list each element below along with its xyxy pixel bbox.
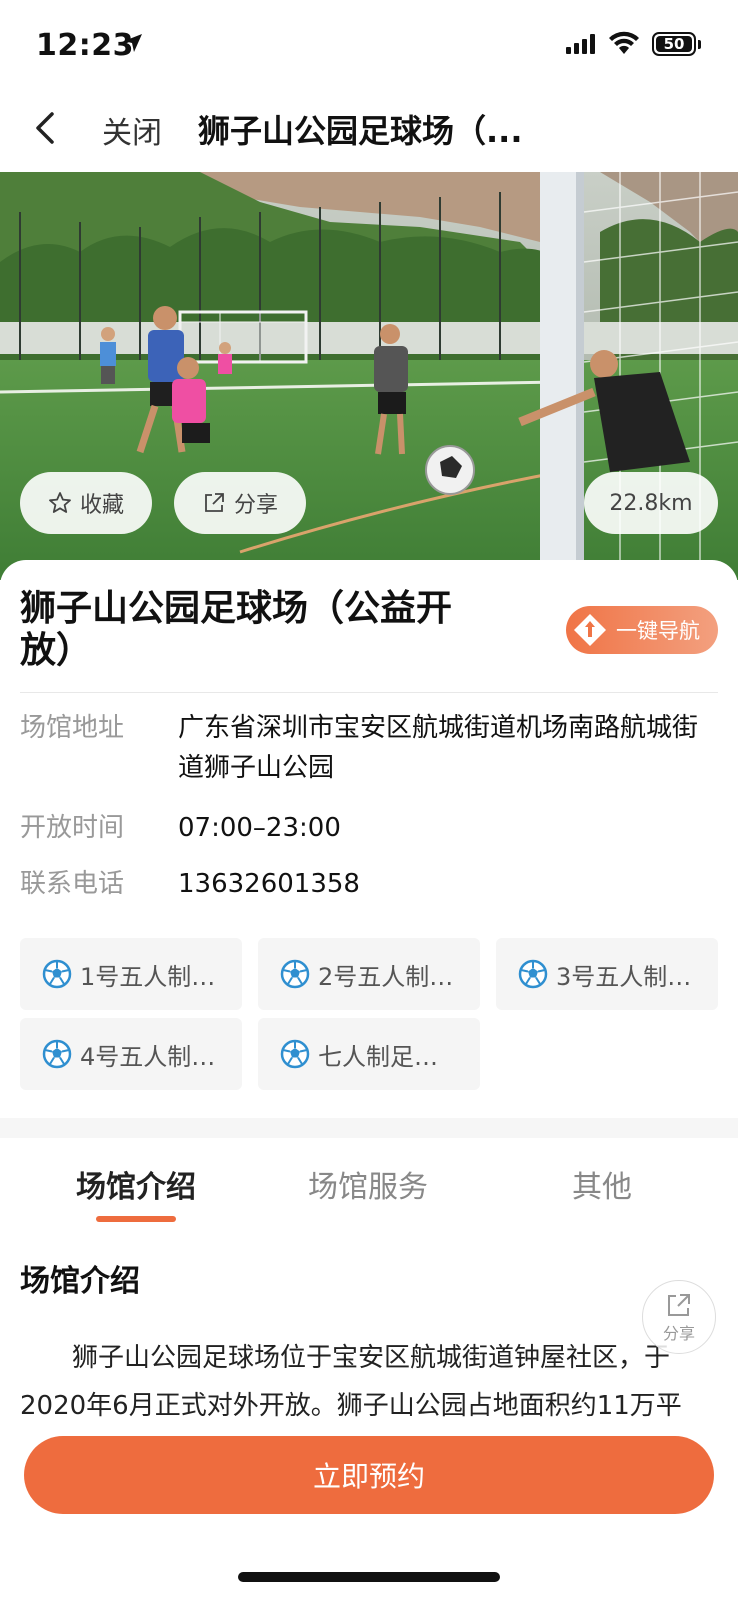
home-indicator	[238, 1572, 500, 1582]
venue-hero-image: 收藏 分享 22.8km	[0, 172, 738, 580]
battery-tip	[698, 40, 701, 49]
tab-bar: 场馆介绍 场馆服务 其他	[0, 1138, 738, 1228]
share-icon	[205, 493, 224, 512]
status-time: 12:23	[36, 28, 134, 63]
tab-venue-services[interactable]: 场馆服务	[268, 1162, 468, 1206]
navigation-diamond-icon	[572, 612, 608, 648]
share-icon	[668, 1294, 690, 1316]
book-now-button[interactable]: 立即预约	[24, 1436, 714, 1514]
divider	[20, 692, 718, 693]
share-label: 分享	[233, 493, 278, 518]
phone-row[interactable]: 联系电话 13632601358	[20, 864, 718, 904]
court-label: 七人制足…	[318, 1042, 438, 1071]
soccer-ball-icon	[42, 1039, 72, 1069]
address-row: 场馆地址 广东省深圳市宝安区航城街道机场南路航城街道狮子山公园	[20, 708, 718, 788]
court-item[interactable]: 2号五人制…	[258, 938, 480, 1010]
close-button[interactable]: 关闭	[102, 108, 162, 152]
court-item[interactable]: 4号五人制…	[20, 1018, 242, 1090]
star-icon	[49, 492, 71, 513]
active-tab-indicator	[96, 1216, 176, 1222]
venue-info-card: 狮子山公园足球场（公益开放） 一键导航 场馆地址 广东省深圳市宝安区航城街道机场…	[0, 560, 738, 1120]
court-label: 2号五人制…	[318, 962, 454, 991]
cellular-signal-icon	[566, 34, 595, 54]
phone-label: 联系电话	[20, 869, 125, 899]
phone-value[interactable]: 13632601358	[178, 864, 718, 904]
favorite-label: 收藏	[79, 493, 124, 518]
court-label: 4号五人制…	[80, 1042, 216, 1071]
court-label: 3号五人制…	[556, 962, 692, 991]
hours-value: 07:00–23:00	[178, 813, 341, 843]
wifi-icon	[609, 31, 639, 54]
battery-icon: 50	[652, 32, 696, 56]
hours-row: 开放时间 07:00–23:00	[20, 808, 718, 848]
share-button[interactable]: 分享	[174, 472, 306, 534]
navigate-button[interactable]: 一键导航	[566, 606, 718, 654]
tab-other[interactable]: 其他	[502, 1162, 702, 1206]
section-title: 场馆介绍	[20, 1264, 140, 1299]
section-separator	[0, 1118, 738, 1138]
navigation-bar: 关闭 狮子山公园足球场（...	[0, 88, 738, 172]
court-list: 1号五人制… 2号五人制… 3号五人制… 4号五人制… 七人制足…	[20, 938, 720, 1090]
court-item[interactable]: 3号五人制…	[496, 938, 718, 1010]
distance-badge: 22.8km	[584, 472, 718, 534]
floating-share-label: 分享	[662, 1324, 695, 1343]
back-arrow-icon[interactable]	[24, 106, 68, 150]
distance-value: 22.8km	[609, 490, 693, 516]
navigate-label: 一键导航	[616, 619, 700, 643]
tab-venue-intro[interactable]: 场馆介绍	[36, 1162, 236, 1206]
soccer-ball-icon	[280, 959, 310, 989]
court-label: 1号五人制…	[80, 962, 216, 991]
floating-share-button[interactable]: 分享	[642, 1280, 716, 1354]
page-title: 狮子山公园足球场（...	[198, 112, 523, 150]
court-item[interactable]: 1号五人制…	[20, 938, 242, 1010]
soccer-ball-icon	[518, 959, 548, 989]
soccer-ball-icon	[42, 959, 72, 989]
court-item[interactable]: 七人制足…	[258, 1018, 480, 1090]
venue-name: 狮子山公园足球场（公益开放）	[20, 588, 453, 671]
soccer-ball-icon	[280, 1039, 310, 1069]
location-arrow-icon	[124, 34, 142, 52]
address-label: 场馆地址	[20, 713, 125, 743]
favorite-button[interactable]: 收藏	[20, 472, 152, 534]
intro-text: 狮子山公园足球场位于宝安区航城街道钟屋社区，于2020年6月正式对外开放。狮子山…	[20, 1343, 682, 1421]
battery-level: 50	[656, 36, 692, 52]
status-bar: 12:23 50	[0, 0, 738, 88]
hours-label: 开放时间	[20, 813, 125, 843]
address-value: 广东省深圳市宝安区航城街道机场南路航城街道狮子山公园	[178, 713, 699, 783]
